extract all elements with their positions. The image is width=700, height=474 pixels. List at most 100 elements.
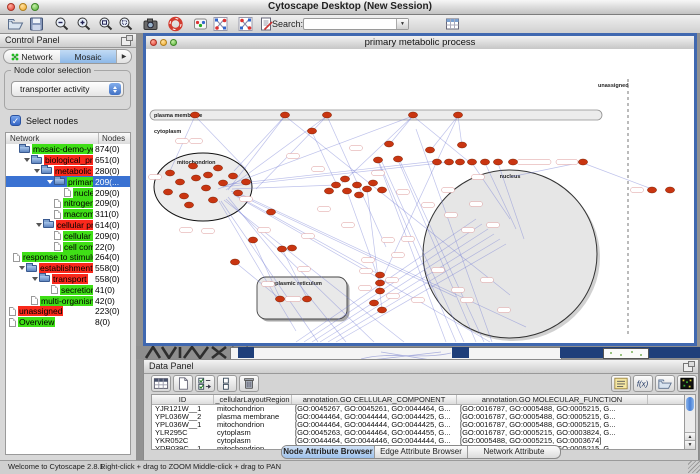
scroll-down-icon[interactable]: ▼ <box>685 440 695 449</box>
snapshot-camera-button[interactable] <box>142 16 159 32</box>
window-minimize-button[interactable] <box>160 39 167 46</box>
graph-node[interactable] <box>362 186 371 192</box>
graph-node[interactable] <box>248 237 257 243</box>
column-header-molecular-function[interactable]: annotation.GO MOLECULAR_FUNCTION <box>457 395 648 404</box>
graph-node[interactable] <box>266 209 275 215</box>
graph-node[interactable] <box>375 288 384 294</box>
graph-node[interactable] <box>175 179 184 185</box>
zoom-fit-button[interactable] <box>97 16 114 32</box>
zoom-in-button[interactable] <box>75 16 92 32</box>
tree-row-primary-metabo[interactable]: primary metabo209(... <box>6 176 130 187</box>
graph-node[interactable] <box>230 259 239 265</box>
graph-node[interactable] <box>508 159 517 165</box>
tab-network[interactable]: Network <box>4 50 60 63</box>
layout-nodes-a-button[interactable] <box>212 16 229 32</box>
graph-node[interactable] <box>307 128 316 134</box>
tab-scroll-right-icon[interactable] <box>116 50 131 63</box>
graph-node[interactable] <box>342 188 351 194</box>
graph-node[interactable] <box>578 159 587 165</box>
window-close-button[interactable] <box>150 39 157 46</box>
expand-collapse-arrow-icon[interactable] <box>32 169 41 173</box>
graph-node[interactable] <box>340 176 349 182</box>
background-window[interactable] <box>230 347 562 359</box>
graph-node[interactable] <box>275 296 284 302</box>
graph-node[interactable] <box>377 187 386 193</box>
column-format-button[interactable] <box>151 375 171 392</box>
tree-row-cellular-metabol[interactable]: cellular metabol209(0) <box>6 230 130 241</box>
tree-row-metabolic-process[interactable]: metabolic process280(0) <box>6 166 130 177</box>
graph-node[interactable] <box>384 141 393 147</box>
tree-row-establishment-of-lo[interactable]: establishment of lo558(0) <box>6 263 130 274</box>
tree-row-unassigned[interactable]: unassigned223(0) <box>6 306 130 317</box>
graph-node[interactable] <box>208 197 217 203</box>
expand-collapse-arrow-icon[interactable] <box>30 277 39 281</box>
graph-node[interactable] <box>165 170 174 176</box>
expand-collapse-arrow-icon[interactable] <box>22 158 31 162</box>
tree-row-mosaic-demo-yeast[interactable]: mosaic-demo-yeast874(0) <box>6 144 130 155</box>
dropdown-stepper-icon[interactable] <box>109 83 121 95</box>
graph-node[interactable] <box>163 189 172 195</box>
scrollbar-thumb[interactable] <box>686 397 694 411</box>
select-attributes-button[interactable] <box>195 375 215 392</box>
graph-node[interactable] <box>228 173 237 179</box>
layout-nodes-b-button[interactable] <box>237 16 254 32</box>
tree-row-nucleobase-[interactable]: nucleobase-209(0) <box>6 187 130 198</box>
tab-network-attribute-browser[interactable]: Network Attribute Browser <box>468 446 560 458</box>
graph-node[interactable] <box>277 246 286 252</box>
help-lifesaver-button[interactable] <box>167 16 184 32</box>
column-header-cellular-component[interactable]: annotation.GO CELLULAR_COMPONENT <box>292 395 457 404</box>
float-panel-icon[interactable] <box>121 37 131 46</box>
tree-row-macromolecule[interactable]: macromolecule311(0) <box>6 209 130 220</box>
table-row[interactable]: YLR295Ccytoplasm[GO:0045263, GO:0044464,… <box>152 429 686 437</box>
network-window-titlebar[interactable]: primary metabolic process <box>146 36 694 50</box>
column-header-id[interactable]: ID <box>152 395 214 404</box>
function-builder-button[interactable]: f(x) <box>633 375 653 392</box>
graph-node[interactable] <box>432 159 441 165</box>
graph-node[interactable] <box>233 190 242 196</box>
tree-row-nitrogen-compo[interactable]: nitrogen compo209(0) <box>6 198 130 209</box>
graph-node[interactable] <box>322 112 331 118</box>
tree-row-overview[interactable]: Overview8(0) <box>6 317 130 328</box>
graph-node[interactable] <box>213 165 222 171</box>
select-nodes-checkbox[interactable]: ✓ <box>10 115 21 126</box>
graph-node[interactable] <box>369 300 378 306</box>
tree-row-transport[interactable]: transport558(0) <box>6 274 130 285</box>
graph-node[interactable] <box>184 202 193 208</box>
search-input[interactable] <box>303 18 409 30</box>
tab-node-attribute-browser[interactable]: Node Attribute Browser <box>282 446 375 458</box>
save-session-button[interactable] <box>28 16 45 32</box>
graph-node[interactable] <box>408 112 417 118</box>
graph-node[interactable] <box>377 307 386 313</box>
graph-node[interactable] <box>191 175 200 181</box>
graph-node[interactable] <box>373 157 382 163</box>
graph-node[interactable] <box>218 180 227 186</box>
graph-node[interactable] <box>453 112 462 118</box>
graph-node[interactable] <box>493 159 502 165</box>
window-maximize-button[interactable] <box>170 39 177 46</box>
column-header-cellular-layout-region[interactable]: _cellularLayoutRegion <box>214 395 292 404</box>
expand-collapse-arrow-icon[interactable] <box>17 266 26 270</box>
table-row[interactable]: YPL036W__1mitochondrion[GO:0044464, GO:0… <box>152 421 686 429</box>
graph-node[interactable] <box>287 245 296 251</box>
tree-row-multi-organism-pro[interactable]: multi-organism pro42(0) <box>6 295 130 306</box>
graph-node[interactable] <box>302 296 311 302</box>
tree-row-cellular-process[interactable]: cellular process614(0) <box>6 220 130 231</box>
graph-node[interactable] <box>241 179 250 185</box>
tab-mosaic[interactable]: Mosaic <box>60 50 116 63</box>
graph-node[interactable] <box>393 156 402 162</box>
graph-node[interactable] <box>201 185 210 191</box>
graph-node[interactable] <box>425 147 434 153</box>
graph-node[interactable] <box>375 280 384 286</box>
tree-row-biological-process[interactable]: biological_process651(0) <box>6 155 130 166</box>
vizmapper-button[interactable] <box>192 16 209 32</box>
unselect-attributes-button[interactable] <box>217 375 237 392</box>
graph-node[interactable] <box>324 188 333 194</box>
graph-node[interactable] <box>368 180 377 186</box>
tab-edge-attribute-browser[interactable]: Edge Attribute Browser <box>375 446 468 458</box>
import-attributes-button[interactable] <box>655 375 675 392</box>
graph-node[interactable] <box>188 163 197 169</box>
network-canvas[interactable]: plasma membranecytoplasmmitochondrionnuc… <box>146 49 694 343</box>
tree-row-secretion[interactable]: secretion41(0) <box>6 284 130 295</box>
graph-node[interactable] <box>354 192 363 198</box>
expand-collapse-arrow-icon[interactable] <box>45 180 54 184</box>
